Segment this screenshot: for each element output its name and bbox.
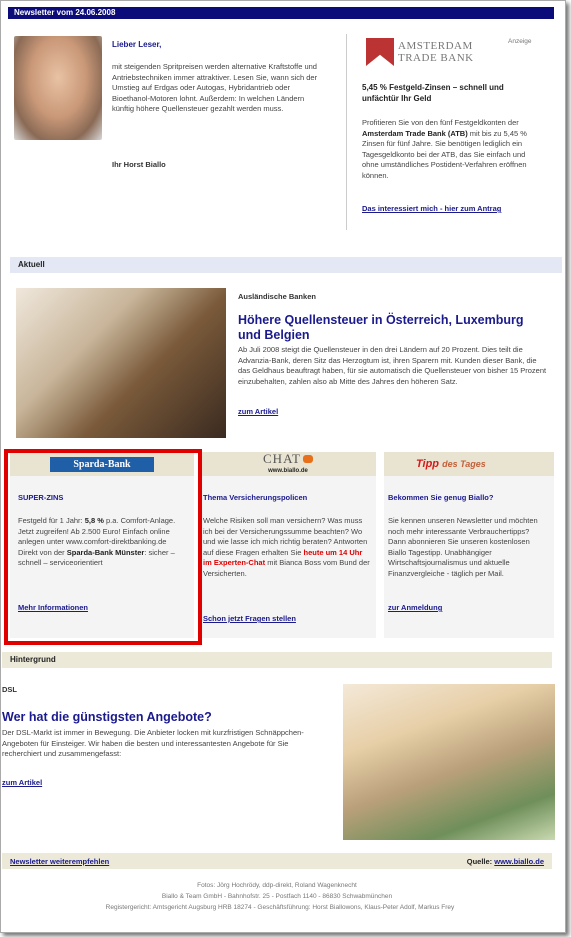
tipp-logo[interactable]: Tipp des Tages [416, 458, 486, 470]
article2-kicker: DSL [2, 685, 17, 694]
intro-signature: Ihr Horst Biallo [112, 160, 166, 169]
col3-body: Sie kennen unseren Newsletter und möchte… [388, 516, 538, 578]
col2-link[interactable]: Schon jetzt Fragen stellen [203, 614, 296, 623]
col3-link[interactable]: zur Anmeldung [388, 603, 442, 612]
chat-logo[interactable]: CHAT www.biallo.de [248, 451, 328, 476]
article1-body: Ab Juli 2008 steigt die Quellensteuer in… [238, 345, 547, 386]
chat-bubble-icon [302, 455, 313, 463]
author-photo [14, 36, 102, 140]
recommend-link[interactable]: Newsletter weiterempfehlen [10, 857, 109, 866]
section-hintergrund: Hintergrund [2, 652, 552, 668]
ad-body: Profitieren Sie von den fünf Festgeldkon… [362, 118, 527, 180]
article2-body: Der DSL-Markt ist immer in Bewegung. Die… [2, 728, 304, 758]
source-link[interactable]: www.biallo.de [494, 857, 544, 866]
ad-divider [346, 34, 347, 230]
tipp-logo-red: Tipp [416, 458, 440, 470]
article1-title[interactable]: Höhere Quellensteuer in Österreich, Luxe… [238, 313, 548, 343]
ad-link[interactable]: Das interessiert mich - hier zum Antrag [362, 204, 532, 215]
section-aktuell: Aktuell [10, 257, 562, 273]
atb-logo-mark [366, 38, 394, 66]
intro-greeting: Lieber Leser, [112, 40, 162, 49]
tipp-logo-rest: des Tages [442, 459, 486, 469]
family-photo [343, 684, 555, 840]
highlight-frame [4, 449, 202, 645]
article1-link[interactable]: zum Artikel [238, 407, 278, 416]
footer-line1: Fotos: Jörg Hochrödy, ddp-direkt, Roland… [197, 882, 357, 889]
ad-body-bank: Amsterdam Trade Bank (ATB) [362, 128, 468, 138]
article2-title[interactable]: Wer hat die günstigsten Angebote? [2, 710, 332, 724]
article1-kicker: Ausländische Banken [238, 292, 316, 301]
atb-logo-line2: TRADE BANK [398, 52, 474, 64]
article2-link[interactable]: zum Artikel [2, 778, 42, 787]
col3-title: Bekommen Sie genug Biallo? [388, 493, 494, 502]
intro-body: mit steigenden Spritpreisen werden alter… [112, 62, 318, 113]
newsletter-title-bar: Newsletter vom 24.06.2008 [8, 7, 554, 19]
footer-bar: Newsletter weiterempfehlen Quelle: www.b… [2, 853, 552, 869]
ad-headline: 5,45 % Festgeld-Zinsen – schnell und unf… [362, 83, 504, 103]
ad-tag: Anzeige [508, 38, 532, 45]
chat-logo-sub: www.biallo.de [268, 468, 308, 474]
atb-logo[interactable]: AMSTERDAM TRADE BANK [366, 34, 494, 70]
footer-line3: Registergericht: Amtsgericht Augsburg HR… [105, 904, 455, 911]
wallet-photo [16, 288, 226, 438]
col2-body: Welche Risiken soll man versichern? Was … [203, 516, 370, 578]
col2-title: Thema Versicherungspolicen [203, 493, 308, 502]
atb-logo-line1: AMSTERDAM [398, 40, 473, 52]
source: Quelle: www.biallo.de [466, 856, 544, 866]
chat-logo-text: CHAT [263, 451, 301, 466]
footer-line2: Biallo & Team GmbH - Bahnhofstr. 25 - Po… [161, 893, 393, 900]
